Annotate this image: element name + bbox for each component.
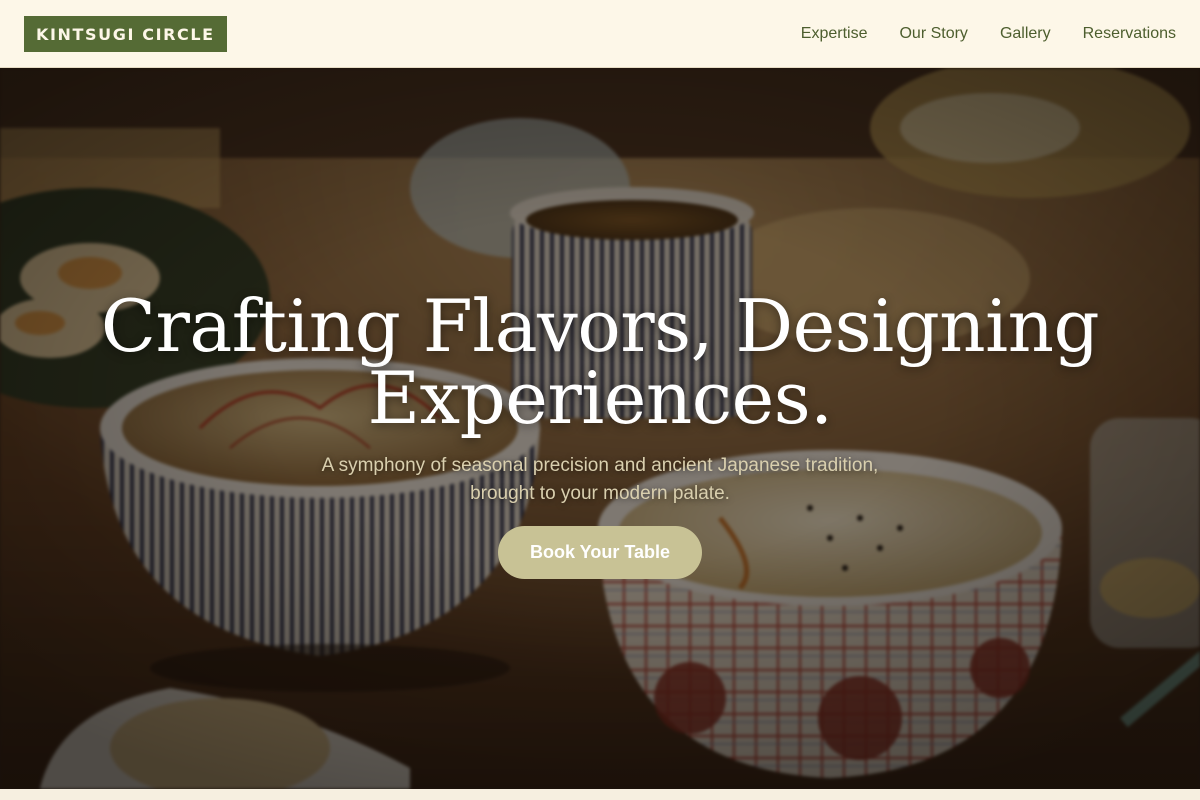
nav-link-gallery[interactable]: Gallery: [1000, 25, 1051, 43]
main-nav: Expertise Our Story Gallery Reservations: [801, 0, 1176, 68]
nav-link-reservations[interactable]: Reservations: [1083, 25, 1176, 43]
brand-logo[interactable]: KINTSUGI CIRCLE: [24, 16, 227, 52]
hero-title-line-2: Experiences.: [367, 356, 833, 440]
nav-link-expertise[interactable]: Expertise: [801, 25, 868, 43]
hero-content: Crafting Flavors, Designing Experiences.…: [0, 68, 1200, 789]
nav-link-our-story[interactable]: Our Story: [899, 25, 967, 43]
brand-logo-text: KINTSUGI CIRCLE: [36, 24, 215, 44]
hero-subtitle-line-1: A symphony of seasonal precision and anc…: [321, 455, 879, 476]
hero-subtitle: A symphony of seasonal precision and anc…: [250, 452, 950, 508]
landing-page: KINTSUGI CIRCLE Expertise Our Story Gall…: [0, 0, 1200, 800]
hero-section: Crafting Flavors, Designing Experiences.…: [0, 68, 1200, 789]
site-header: KINTSUGI CIRCLE Expertise Our Story Gall…: [0, 0, 1200, 68]
page-bottom-edge: [0, 789, 1200, 800]
book-table-button[interactable]: Book Your Table: [498, 526, 702, 579]
hero-subtitle-line-2: brought to your modern palate.: [470, 483, 730, 504]
hero-title: Crafting Flavors, Designing Experiences.: [100, 290, 1100, 434]
